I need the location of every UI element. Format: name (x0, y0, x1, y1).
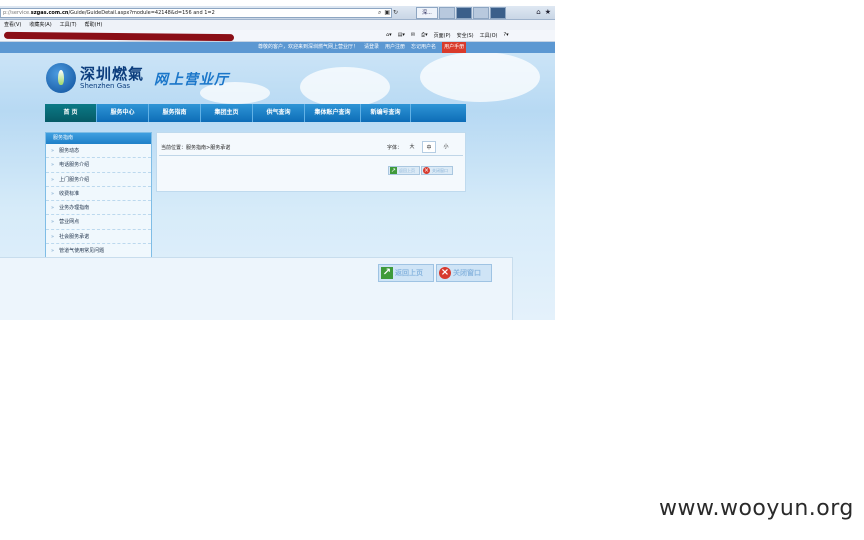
welcome-text: 尊敬的客户，欢迎来到深圳燃气网上营业厅！ (258, 44, 359, 50)
back-arrow-icon: ↗ (390, 167, 397, 174)
sidebar-item-news[interactable]: » 服务动态 (46, 144, 151, 159)
top-links: 尊敬的客户，欢迎来到深圳燃气网上营业厅！ 请登录 用户注册 忘记用户名 用户手册 (0, 42, 555, 53)
logo-chinese: 深圳燃氣 (80, 65, 145, 83)
mail-icon[interactable]: ✉ (411, 32, 415, 39)
sidebar-item-outlets[interactable]: » 营业网点 (46, 215, 151, 230)
nav-service-center[interactable]: 服务中心 (97, 104, 149, 122)
favorites-star-icon[interactable]: ★ (545, 8, 551, 16)
logo-english: Shenzhen Gas (80, 82, 131, 90)
tab-1[interactable]: 深... (416, 7, 438, 19)
sidebar: 服务指南 » 服务动态 » 电话服务介绍 » 上门服务介绍 » 收费标准 » 业务办理指南… (45, 132, 152, 258)
cmd-page[interactable]: 页面(P) (434, 32, 451, 39)
tab-4[interactable] (473, 7, 489, 19)
sidebar-item-phone[interactable]: » 电话服务介绍 (46, 158, 151, 173)
nav-gas-supply[interactable]: 供气查询 (253, 104, 305, 122)
menu-tools[interactable]: 工具(T) (60, 20, 77, 30)
arrow-icon: » (51, 190, 55, 197)
back-arrow-icon: ↗ (381, 267, 393, 279)
url-prefix: p://service. (3, 10, 31, 16)
arrow-icon: » (51, 176, 55, 183)
sidebar-item-faq[interactable]: » 管道气使用常见问题 (46, 244, 151, 257)
arrow-icon: » (51, 162, 55, 169)
close-icon: × (439, 267, 451, 279)
back-button-zoomed[interactable]: ↗ 返回上页 (378, 264, 434, 282)
address-bar: p://service.szgas.com.cn/Guide/GuideDeta… (0, 6, 555, 20)
close-window-button[interactable]: × 关闭窗口 (421, 166, 453, 175)
font-small-button[interactable]: 小 (439, 141, 453, 153)
login-link[interactable]: 请登录 (364, 42, 379, 53)
logo[interactable]: 深圳燃氣 Shenzhen Gas (46, 63, 144, 93)
arrow-icon: » (51, 205, 55, 212)
arrow-icon: » (51, 148, 55, 154)
url-path: /Guide/GuideDetail.aspx?module=42148&d=1… (68, 10, 215, 16)
sidebar-title: 服务指南 (46, 133, 151, 144)
back-button[interactable]: ↗ 返回上页 (388, 166, 420, 175)
arrow-icon: » (51, 248, 55, 255)
close-icon: × (423, 167, 430, 174)
cloud-decoration (300, 67, 390, 107)
tab-2[interactable] (439, 7, 455, 19)
tab-3[interactable] (456, 7, 472, 19)
flame-logo-icon (46, 63, 76, 93)
search-icon[interactable]: ⌕ (378, 9, 381, 17)
nav-new-number[interactable]: 新编号查询 (361, 104, 411, 122)
arrow-icon: » (51, 233, 55, 240)
font-medium-button[interactable]: 中 (422, 141, 437, 153)
cmd-tools[interactable]: 工具(O) (480, 32, 498, 39)
redaction-scribble (3, 31, 235, 42)
menu-view[interactable]: 查看(V) (4, 20, 21, 30)
print-icon[interactable]: ⎙▾ (421, 32, 428, 39)
refresh-icon[interactable]: ↻ (393, 9, 398, 17)
favorites-bar: ⌂▾ ▤▾ ✉ ⎙▾ 页面(P) 安全(S) 工具(O) ?▾ (0, 30, 555, 42)
breadcrumb: 当前位置：服务指南>服务承诺 (161, 145, 231, 151)
main-nav: 首 页 服务中心 服务指南 集团主页 供气查询 集体账户查询 新编号查询 (45, 104, 466, 122)
home-cmd-icon[interactable]: ⌂▾ (386, 32, 392, 39)
compat-icon[interactable]: ▣ (384, 9, 390, 17)
forgot-username-link[interactable]: 忘记用户名 (411, 42, 436, 53)
nav-collective-account[interactable]: 集体账户查询 (305, 104, 361, 122)
cloud-decoration (420, 52, 540, 102)
tab-5[interactable] (490, 7, 506, 19)
tab-strip: 深... (416, 7, 506, 19)
font-size-label: 字体： (387, 144, 403, 151)
content-panel: 当前位置：服务指南>服务承诺 字体： 大 中 小 ↗ 返回上页 × 关闭窗口 (156, 132, 466, 192)
home-icon[interactable]: ⌂ (536, 8, 540, 16)
sidebar-item-onsite[interactable]: » 上门服务介绍 (46, 173, 151, 187)
sidebar-item-commitment[interactable]: » 社会服务承诺 (46, 230, 151, 245)
nav-home[interactable]: 首 页 (45, 104, 97, 122)
content-actions: ↗ 返回上页 × 关闭窗口 (388, 166, 453, 175)
menu-help[interactable]: 帮助(H) (85, 20, 103, 30)
portal-title: 网上营业厅 (154, 72, 229, 88)
user-manual-link[interactable]: 用户手册 (442, 42, 467, 53)
cmd-safety[interactable]: 安全(S) (457, 32, 474, 39)
watermark: www.wooyun.org (659, 496, 854, 521)
close-window-button-zoomed[interactable]: × 关闭窗口 (436, 264, 492, 282)
font-size-switcher: 字体： 大 中 小 (387, 141, 453, 153)
menu-favorites[interactable]: 收藏夹(A) (29, 20, 51, 30)
sidebar-item-business[interactable]: » 业务办理指南 (46, 201, 151, 216)
nav-service-guide[interactable]: 服务指南 (149, 104, 201, 122)
zoomed-actions: ↗ 返回上页 × 关闭窗口 (378, 264, 492, 282)
feeds-icon[interactable]: ▤▾ (398, 32, 405, 39)
url-input[interactable]: p://service.szgas.com.cn/Guide/GuideDeta… (0, 8, 392, 18)
divider (159, 155, 463, 156)
window-actions: ⌂ ★ (536, 8, 551, 16)
command-bar: ⌂▾ ▤▾ ✉ ⎙▾ 页面(P) 安全(S) 工具(O) ?▾ (386, 32, 509, 39)
menu-bar: 查看(V) 收藏夹(A) 工具(T) 帮助(H) (0, 20, 555, 30)
nav-group-home[interactable]: 集团主页 (201, 104, 253, 122)
arrow-icon: » (51, 219, 55, 226)
sidebar-item-fees[interactable]: » 收费标准 (46, 187, 151, 202)
address-actions: ⌕ ▣ ↻ (378, 9, 398, 17)
help-icon[interactable]: ?▾ (503, 32, 508, 39)
url-host: szgas.com.cn (30, 10, 69, 16)
font-large-button[interactable]: 大 (405, 141, 419, 153)
screenshot-region: p://service.szgas.com.cn/Guide/GuideDeta… (0, 0, 555, 320)
register-link[interactable]: 用户注册 (385, 42, 405, 53)
